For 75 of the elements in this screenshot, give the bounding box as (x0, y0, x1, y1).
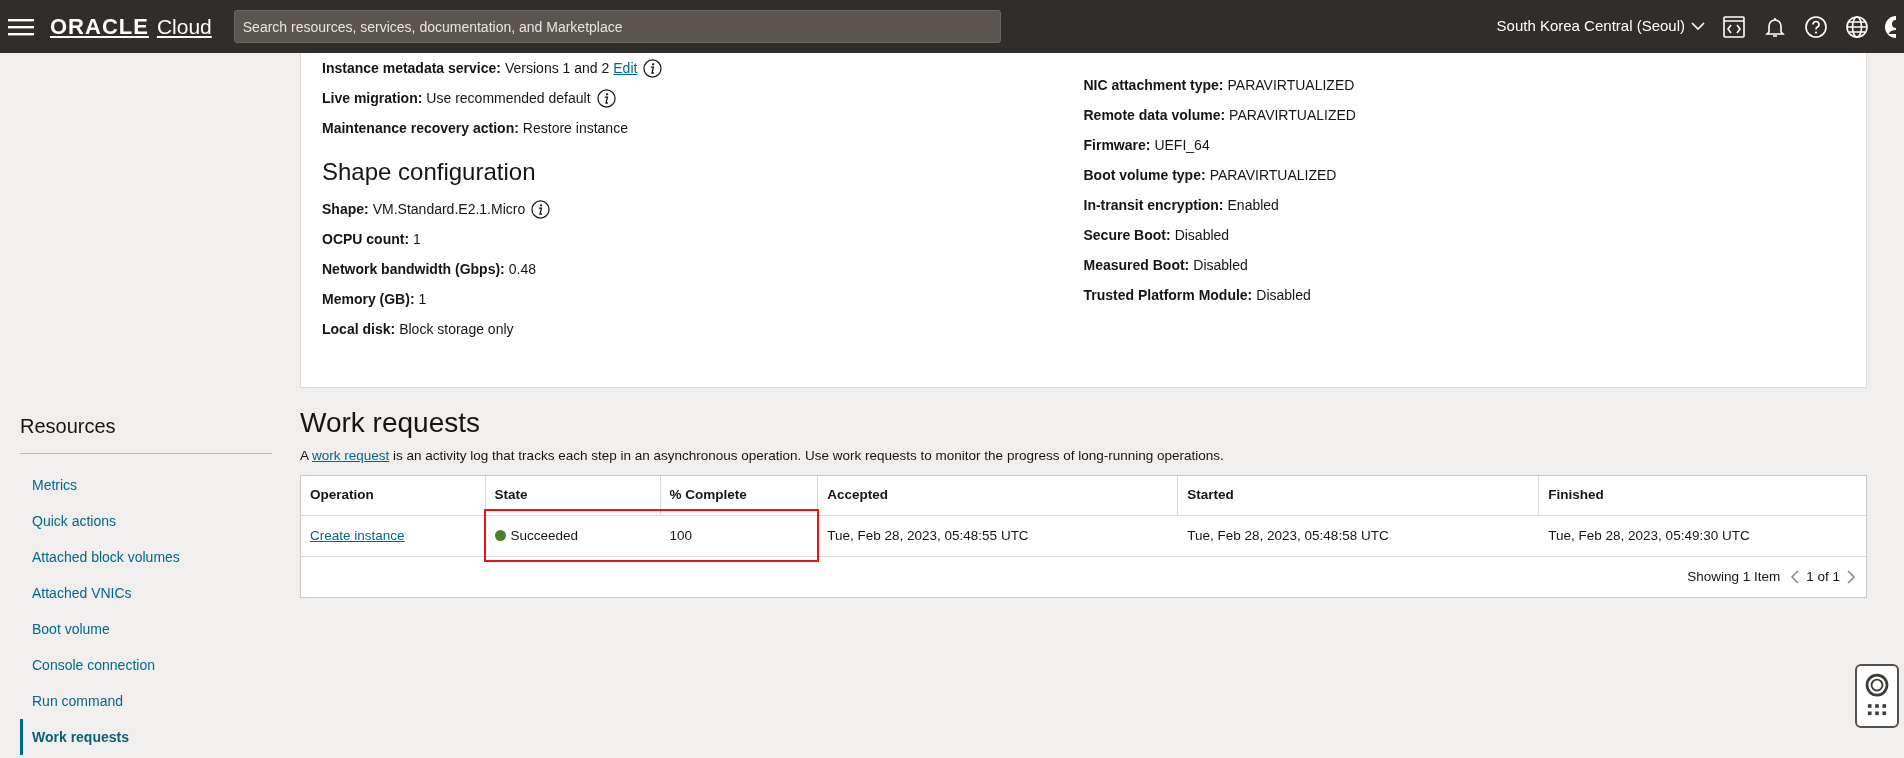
field-label: Measured Boot: (1083, 256, 1190, 275)
field-value: 1 (413, 230, 421, 249)
table-cell: Tue, Feb 28, 2023, 05:49:30 UTC (1538, 515, 1866, 557)
field-label: Shape: (322, 200, 369, 219)
field-value: VM.Standard.E2.1.Micro (372, 200, 526, 219)
column-header: % Complete (660, 476, 818, 516)
info-icon[interactable] (596, 88, 616, 108)
menu-icon[interactable] (8, 16, 34, 37)
section-heading: Resources (20, 411, 272, 454)
field-value: 1 (418, 290, 427, 309)
field-value: Versions 1 and 2 (505, 59, 610, 78)
field-label: Live migration: (322, 89, 423, 108)
field-value: Disabled (1193, 256, 1248, 275)
field-value: PARAVIRTUALIZED (1229, 106, 1356, 125)
field-value: PARAVIRTUALIZED (1209, 166, 1337, 185)
column-header: Started (1177, 476, 1539, 516)
field-label: Trusted Platform Module: (1083, 286, 1253, 305)
table-cell: Tue, Feb 28, 2023, 05:48:58 UTC (1177, 515, 1539, 557)
edit-link[interactable]: Edit (613, 53, 638, 83)
field-label: Maintenance recovery action: (322, 119, 519, 138)
next-page-icon[interactable] (1846, 568, 1856, 585)
sidebar-item[interactable]: Console connection (20, 647, 272, 683)
sidebar-item[interactable]: Boot volume (20, 611, 272, 647)
field-label: NIC attachment type: (1083, 76, 1224, 95)
description-text: A work request is an activity log that tracks each step in an asynchronous operation. Use work requests to monitor the progress of long-running operations. (300, 447, 1225, 465)
globe-icon[interactable] (1845, 14, 1869, 39)
field-label: Remote data volume: (1083, 106, 1226, 125)
field-label: Instance metadata service: (322, 59, 501, 78)
operation-link[interactable]: Create instance (310, 527, 405, 543)
help-widget-icon[interactable] (1855, 664, 1899, 728)
field-value: Restore instance (522, 119, 628, 138)
sidebar-item[interactable]: Quick actions (20, 503, 272, 539)
code-editor-icon[interactable] (1722, 14, 1746, 39)
field-label: Memory (GB): (322, 290, 415, 309)
sidebar-item[interactable]: Attached VNICs (20, 575, 272, 611)
work-request-link[interactable]: work request (312, 448, 390, 463)
column-header: Finished (1538, 476, 1866, 516)
field-value: PARAVIRTUALIZED (1227, 76, 1355, 95)
field-label: In-transit encryption: (1083, 196, 1224, 215)
field-label: Firmware: (1083, 136, 1151, 155)
field-value: Use recommended default (426, 89, 591, 108)
field-label: Secure Boot: (1083, 226, 1171, 245)
sidebar-item[interactable]: Run command (20, 683, 272, 719)
page-indicator: 1 of 1 (1806, 567, 1840, 586)
column-header: State (485, 476, 660, 516)
field-value: Block storage only (399, 320, 514, 339)
sidebar-item[interactable]: Work requests (20, 719, 272, 755)
column-header: Operation (301, 476, 486, 516)
caret-icon (1691, 22, 1705, 31)
region-selector[interactable]: South Korea Central (Seoul) (1496, 15, 1705, 38)
field-value: 0.48 (508, 260, 536, 279)
field-label: OCPU count: (322, 230, 410, 249)
sidebar-item[interactable]: Metrics (20, 467, 272, 503)
field-label: Boot volume type: (1083, 166, 1206, 185)
table-cell: Tue, Feb 28, 2023, 05:48:55 UTC (817, 515, 1178, 557)
help-icon[interactable] (1804, 14, 1828, 39)
item-count: Showing 1 Item (1687, 567, 1781, 586)
status-cell: Succeeded (485, 515, 660, 557)
field-value: Disabled (1174, 226, 1230, 245)
info-icon[interactable] (643, 58, 663, 78)
section-heading: Work requests (300, 406, 481, 440)
previous-page-icon[interactable] (1790, 568, 1801, 585)
info-icon[interactable] (531, 199, 551, 219)
section-heading: Shape configuration (322, 157, 537, 187)
field-value: Disabled (1256, 286, 1311, 305)
oracle-cloud-logo[interactable]: ORACLE Cloud (50, 10, 212, 43)
field-value: Enabled (1227, 196, 1279, 215)
sidebar-item[interactable]: Attached block volumes (20, 539, 272, 575)
column-header: Accepted (817, 476, 1178, 516)
field-label: Local disk: (322, 320, 396, 339)
search-field[interactable]: Search resources, services, documentation, and Marketplace (233, 10, 1001, 43)
field-value: UEFI_64 (1154, 136, 1210, 155)
user-avatar-icon[interactable] (1884, 14, 1896, 39)
table-cell: 100 (660, 515, 818, 557)
field-label: Network bandwidth (Gbps): (322, 260, 505, 279)
